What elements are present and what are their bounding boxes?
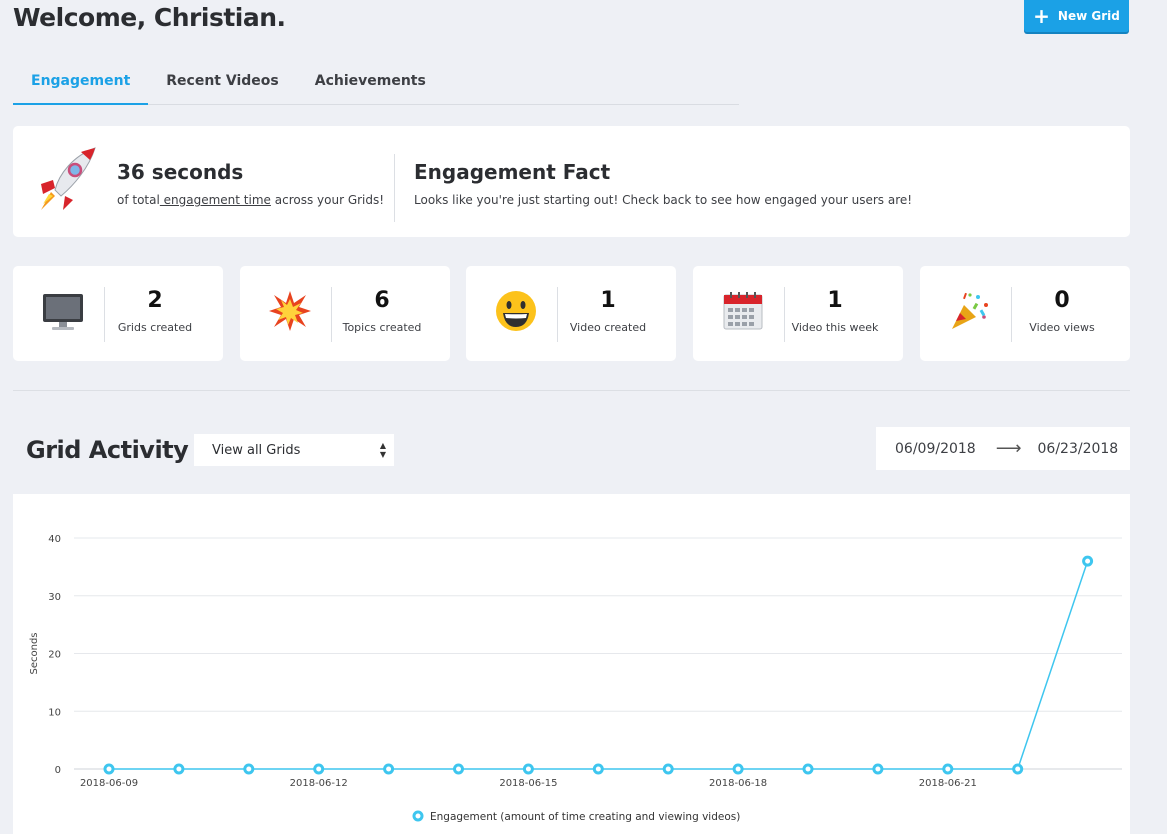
x-tick-label: 2018-06-21 bbox=[919, 778, 977, 789]
legend-label: Engagement (amount of time creating and … bbox=[430, 811, 740, 823]
grid-activity-chart-card: 0 10 20 30 40 Seconds 2018-06-09 2018-06-12 2018… bbox=[13, 494, 1130, 834]
stat-video-views: 0 Video views bbox=[920, 266, 1130, 361]
stat-label: Grids created bbox=[117, 321, 193, 334]
tab-bar: Engagement Recent Videos Achievements bbox=[13, 60, 739, 105]
new-grid-button[interactable]: + New Grid bbox=[1024, 0, 1129, 32]
data-point bbox=[942, 763, 954, 775]
stat-label: Video views bbox=[1029, 321, 1095, 334]
data-point bbox=[802, 763, 814, 775]
grid-activity-title: Grid Activity bbox=[26, 436, 189, 464]
x-tick-label: 2018-06-18 bbox=[709, 778, 767, 789]
monitor-icon bbox=[43, 294, 83, 330]
data-point bbox=[313, 763, 325, 775]
engagement-line-chart: 0 10 20 30 40 Seconds 2018-06-09 2018-06-12 2018… bbox=[29, 534, 1122, 823]
stat-value: 0 bbox=[1054, 288, 1070, 313]
y-tick-label: 30 bbox=[48, 592, 61, 603]
tab-engagement[interactable]: Engagement bbox=[13, 60, 149, 105]
grid-filter-select[interactable]: View all Grids ▲ ▼ bbox=[194, 434, 394, 466]
page-title: Welcome, Christian. bbox=[13, 3, 286, 32]
engagement-fact-text: Looks like you're just starting out! Che… bbox=[414, 193, 913, 207]
data-point bbox=[592, 763, 604, 775]
caption-prefix: of total bbox=[117, 193, 160, 207]
plus-icon: + bbox=[1033, 4, 1050, 28]
date-to-input[interactable]: 06/23/2018 bbox=[1038, 441, 1119, 457]
data-point bbox=[1012, 763, 1024, 775]
y-tick-label: 20 bbox=[48, 650, 61, 661]
stat-topics-created: 6 Topics created bbox=[240, 266, 450, 361]
caption-suffix: across your Grids! bbox=[270, 193, 385, 207]
stat-value: 1 bbox=[827, 288, 843, 313]
series-line bbox=[109, 560, 1089, 770]
stat-video-this-week: 1 Video this week bbox=[693, 266, 903, 361]
engagement-summary-card: 36 seconds of total engagement time acro… bbox=[13, 126, 1130, 237]
tab-recent-videos[interactable]: Recent Videos bbox=[148, 60, 296, 104]
arrow-right-icon: ⟶ bbox=[995, 438, 1022, 459]
grid-filter-value: View all Grids bbox=[212, 442, 301, 458]
section-divider bbox=[13, 390, 1130, 391]
engagement-fact-title: Engagement Fact bbox=[414, 160, 611, 184]
stat-label: Video this week bbox=[791, 321, 879, 334]
data-point bbox=[383, 763, 395, 775]
explosion-icon bbox=[269, 291, 311, 331]
x-tick-label: 2018-06-12 bbox=[290, 778, 348, 789]
party-popper-icon bbox=[952, 292, 988, 329]
date-range-picker: 06/09/2018 ⟶ 06/23/2018 bbox=[876, 427, 1130, 470]
stat-value: 1 bbox=[600, 288, 616, 313]
data-point bbox=[662, 763, 674, 775]
y-axis-label: Seconds bbox=[29, 632, 40, 674]
data-point bbox=[522, 763, 534, 775]
y-tick-label: 0 bbox=[55, 765, 61, 776]
engagement-time-value: 36 seconds bbox=[117, 160, 244, 184]
stat-video-created: 1 Video created bbox=[466, 266, 676, 361]
stat-value: 2 bbox=[147, 288, 163, 313]
legend-marker bbox=[412, 810, 424, 822]
data-point bbox=[453, 763, 464, 775]
divider bbox=[394, 154, 395, 222]
x-tick-label: 2018-06-09 bbox=[80, 778, 138, 789]
x-tick-label: 2018-06-15 bbox=[499, 778, 557, 789]
stat-label: Video created bbox=[569, 321, 647, 334]
data-point bbox=[243, 763, 255, 775]
data-point bbox=[173, 763, 185, 775]
y-tick-label: 10 bbox=[48, 707, 61, 718]
smiley-icon bbox=[496, 291, 536, 331]
rocket-icon bbox=[41, 147, 96, 210]
data-point bbox=[1082, 555, 1094, 567]
stat-label: Topics created bbox=[342, 321, 422, 334]
data-point bbox=[732, 763, 744, 775]
calendar-icon bbox=[723, 292, 763, 330]
date-from-input[interactable]: 06/09/2018 bbox=[895, 441, 976, 457]
y-tick-label: 40 bbox=[48, 534, 61, 545]
engagement-time-link[interactable]: engagement time bbox=[160, 193, 271, 207]
stat-value: 6 bbox=[374, 288, 390, 313]
data-point bbox=[872, 763, 884, 775]
sort-arrows-icon: ▲ ▼ bbox=[379, 441, 386, 459]
stat-grids-created: 2 Grids created bbox=[13, 266, 223, 361]
tab-achievements[interactable]: Achievements bbox=[297, 60, 444, 104]
engagement-time-caption: of total engagement time across your Gri… bbox=[117, 193, 384, 207]
data-point bbox=[103, 763, 115, 775]
new-grid-label: New Grid bbox=[1057, 9, 1120, 23]
